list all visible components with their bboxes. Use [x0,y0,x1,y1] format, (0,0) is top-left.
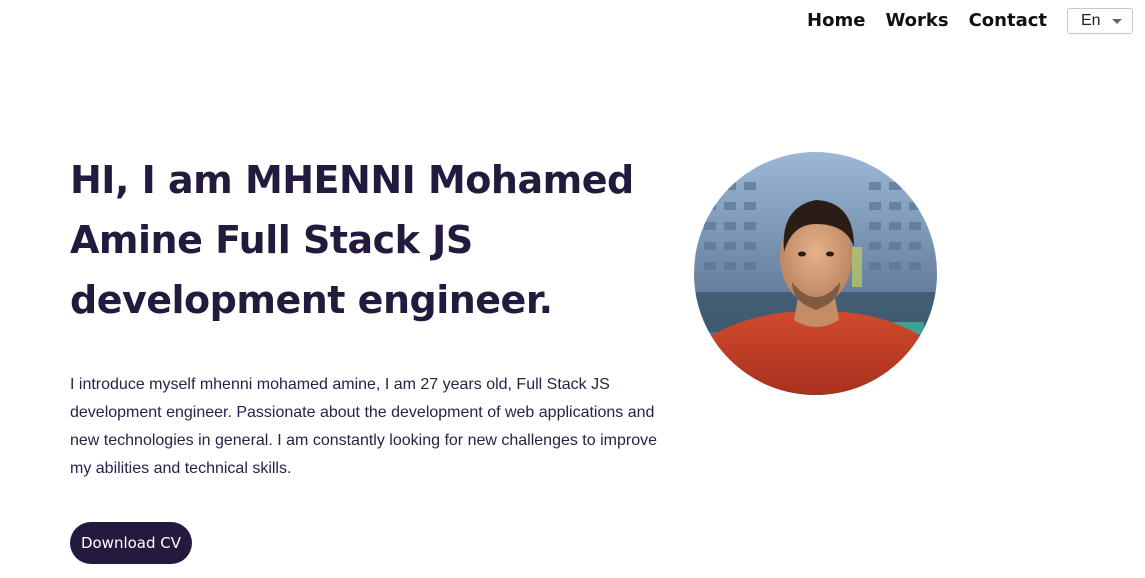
avatar [694,152,937,395]
avatar-photo [694,152,937,395]
nav-link-home[interactable]: Home [807,8,865,34]
chevron-down-icon [1112,19,1122,24]
language-select-value: En [1081,12,1101,29]
hero-description: I introduce myself mhenni mohamed amine,… [70,376,657,477]
language-select[interactable]: En [1067,8,1133,34]
top-nav: Home Works Contact En [807,8,1133,34]
nav-link-contact[interactable]: Contact [969,8,1047,34]
download-cv-button[interactable]: Download CV [70,522,192,564]
hero-title: HI, I am MHENNI Mohamed Amine Full Stack… [70,158,634,322]
nav-link-works[interactable]: Works [885,8,948,34]
